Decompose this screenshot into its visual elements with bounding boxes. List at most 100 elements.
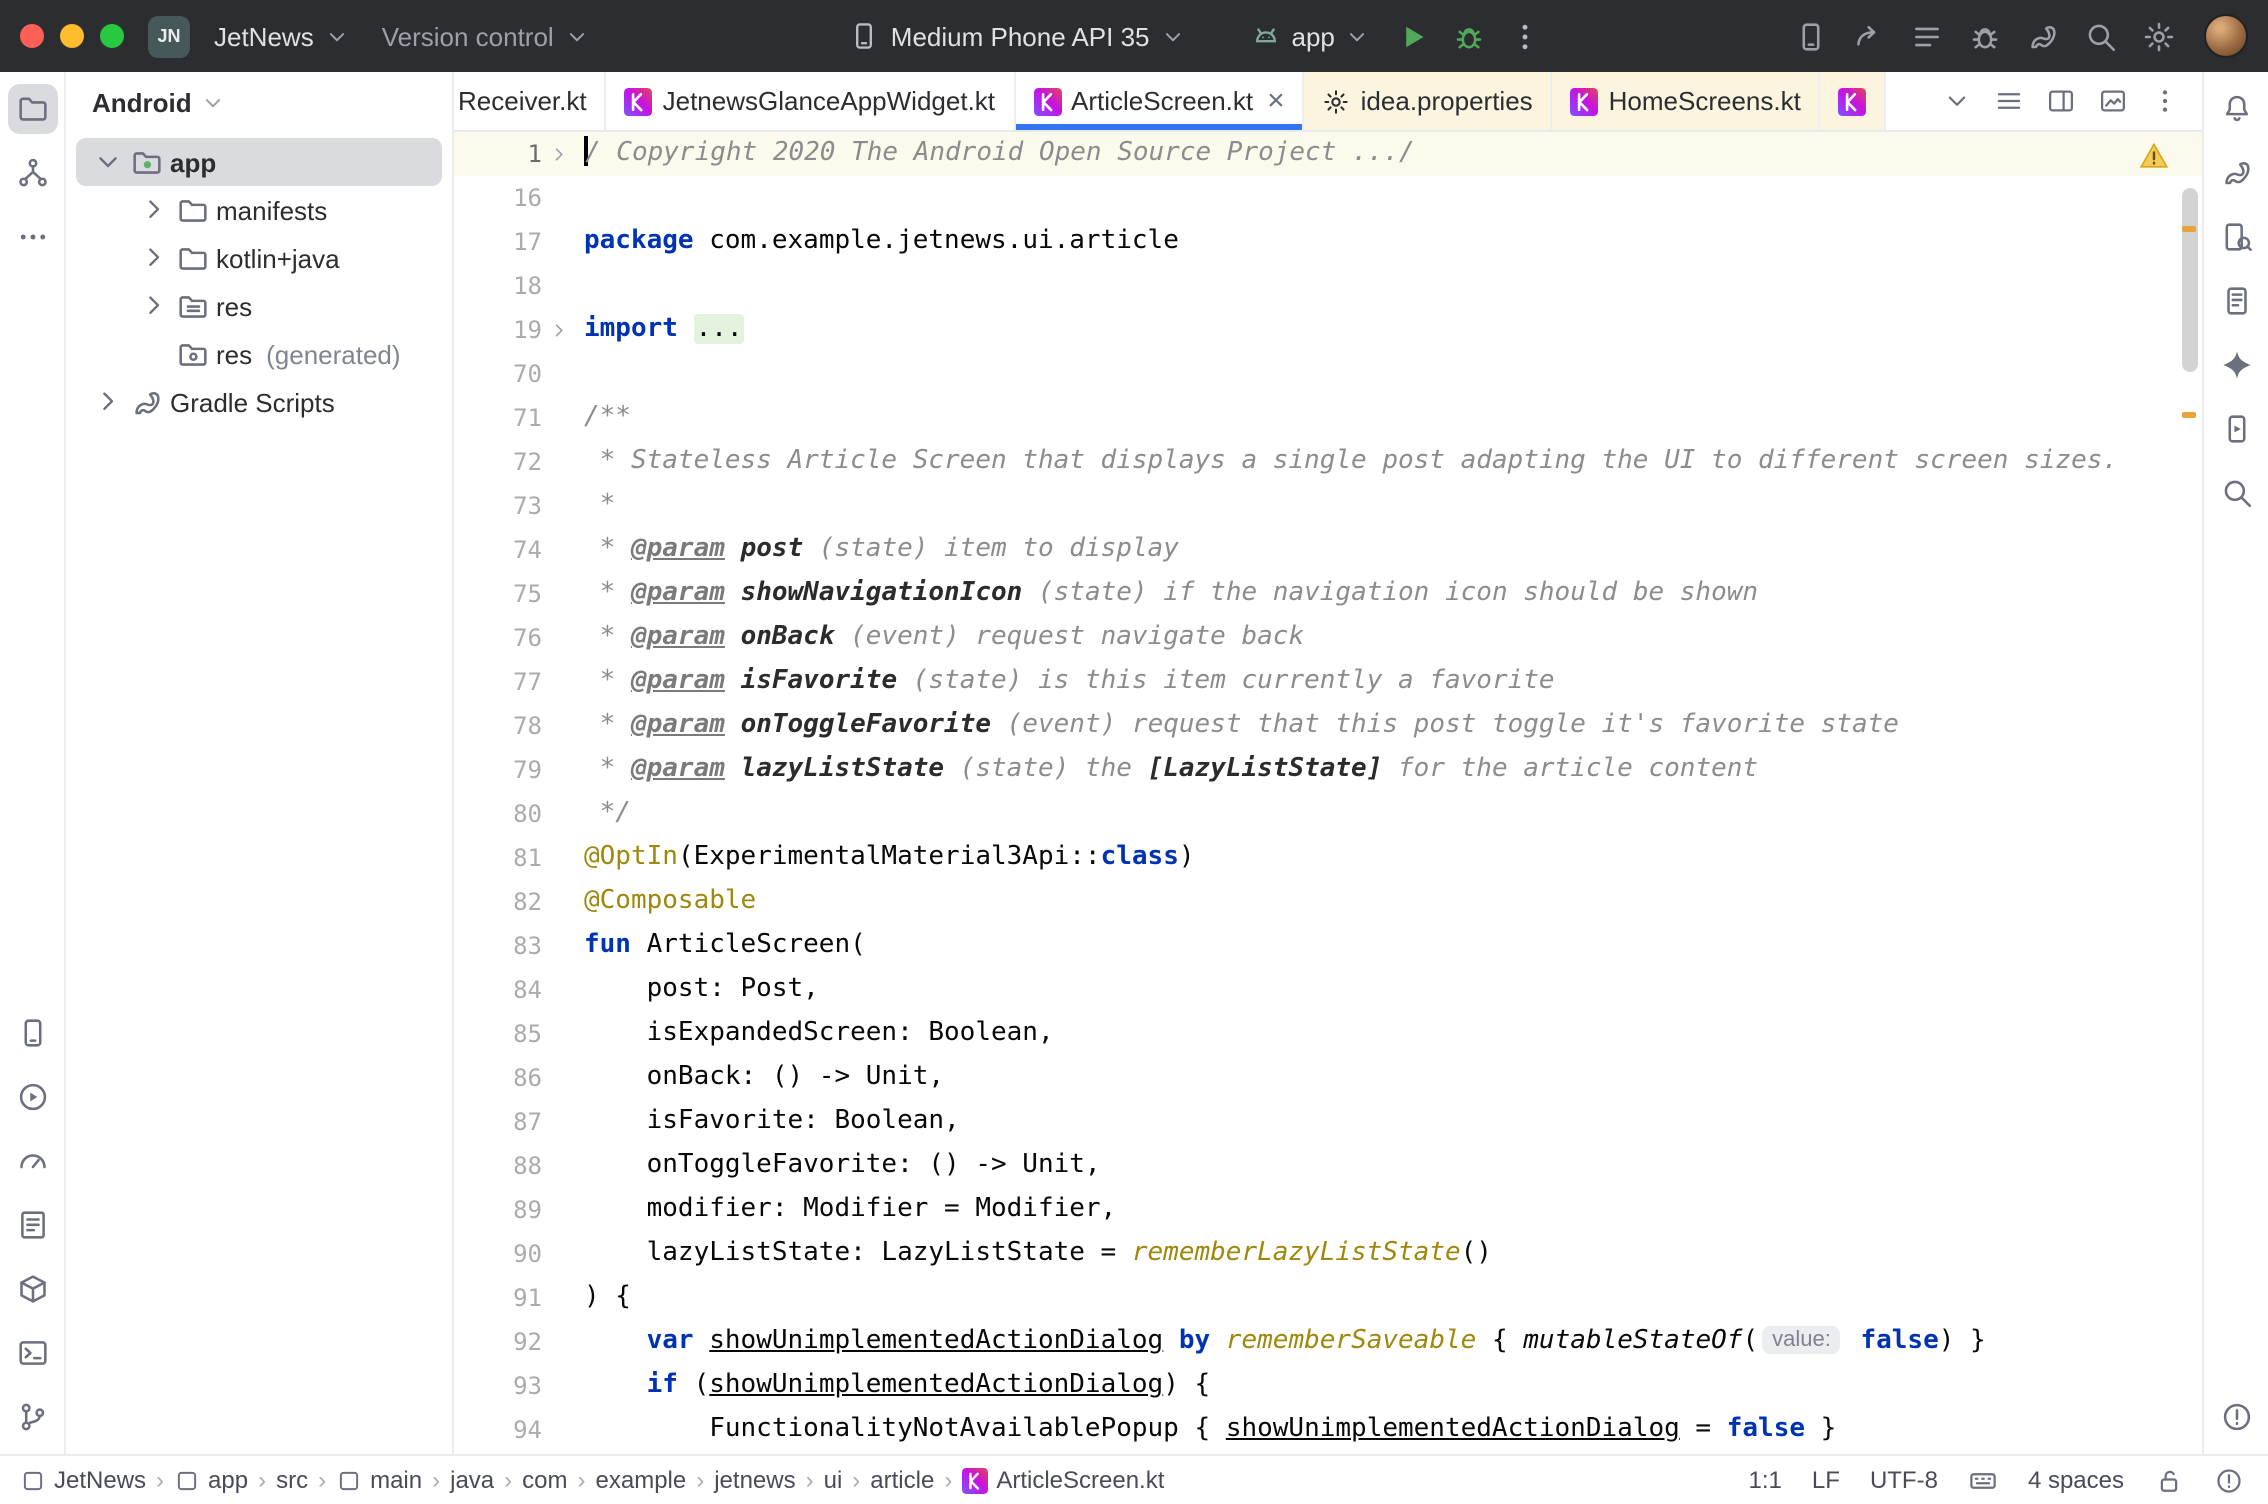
version-control-button[interactable]	[7, 1392, 57, 1442]
inspection-widget[interactable]	[2138, 140, 2170, 172]
app-inspection-button[interactable]	[7, 1264, 57, 1314]
debug-button[interactable]	[1443, 10, 1495, 62]
settings-button[interactable]	[2134, 10, 2186, 62]
breadcrumb-article[interactable]: article	[870, 1466, 934, 1494]
tab-receiver-kt[interactable]: Receiver.kt	[454, 72, 607, 130]
breadcrumb-articlescreen-kt[interactable]: ArticleScreen.kt	[962, 1466, 1164, 1494]
code-line-92[interactable]: 92 var showUnimplementedActionDialog by …	[454, 1320, 2202, 1364]
user-avatar[interactable]	[2204, 14, 2248, 58]
close-window-button[interactable]	[20, 24, 44, 48]
code-line-89[interactable]: 89 modifier: Modifier = Modifier,	[454, 1188, 2202, 1232]
project-tool-button[interactable]	[7, 84, 57, 134]
input-mode-indicator[interactable]	[1968, 1465, 1998, 1495]
tree-item-app[interactable]: app	[76, 138, 442, 186]
breadcrumb-java[interactable]: java	[450, 1466, 494, 1494]
code-line-17[interactable]: 17package com.example.jetnews.ui.article	[454, 220, 2202, 264]
device-selector[interactable]: Medium Phone API 35	[837, 12, 1198, 60]
chevron-right-icon[interactable]	[138, 194, 170, 226]
commit-tool-button[interactable]	[7, 148, 57, 198]
code-line-74[interactable]: 74 * @param post (state) item to display	[454, 528, 2202, 572]
file-encoding[interactable]: UTF-8	[1870, 1466, 1938, 1494]
chevron-right-icon[interactable]	[138, 290, 170, 322]
more-tool-windows-button[interactable]	[7, 212, 57, 262]
tab-stub[interactable]	[1821, 72, 1887, 130]
todo-list-button[interactable]	[1902, 10, 1954, 62]
chevron-right-icon[interactable]	[92, 386, 124, 418]
code-line-77[interactable]: 77 * @param isFavorite (state) is this i…	[454, 660, 2202, 704]
debug-tool-button[interactable]	[1960, 10, 2012, 62]
breadcrumb-example[interactable]: example	[596, 1466, 687, 1494]
caret-position[interactable]: 1:1	[1749, 1466, 1782, 1494]
device-explorer-button[interactable]	[2211, 212, 2261, 262]
run-tool-button[interactable]	[7, 1072, 57, 1122]
editor-scrollbar[interactable]	[2182, 188, 2198, 372]
gradle-tool-button[interactable]	[2211, 148, 2261, 198]
zoom-window-button[interactable]	[100, 24, 124, 48]
find-tool-button[interactable]	[2211, 468, 2261, 518]
logcat-tool-button[interactable]	[7, 1200, 57, 1250]
minimize-window-button[interactable]	[60, 24, 84, 48]
code-line-75[interactable]: 75 * @param showNavigationIcon (state) i…	[454, 572, 2202, 616]
close-icon[interactable]: ×	[1267, 86, 1285, 116]
gemini-button[interactable]	[2211, 340, 2261, 390]
tree-item-res[interactable]: res	[76, 282, 442, 330]
run-button[interactable]	[1387, 10, 1439, 62]
code-line-90[interactable]: 90 lazyListState: LazyListState = rememb…	[454, 1232, 2202, 1276]
code-line-76[interactable]: 76 * @param onBack (event) request navig…	[454, 616, 2202, 660]
line-separator[interactable]: LF	[1812, 1466, 1840, 1494]
preview-button[interactable]	[2088, 77, 2136, 125]
code-line-70[interactable]: 70	[454, 352, 2202, 396]
breadcrumb-main[interactable]: main	[336, 1466, 422, 1494]
fold-marker-icon[interactable]	[542, 308, 576, 352]
tree-item-kotlin-java[interactable]: kotlin+java	[76, 234, 442, 282]
back-forward-button[interactable]	[1844, 10, 1896, 62]
code-line-85[interactable]: 85 isExpandedScreen: Boolean,	[454, 1012, 2202, 1056]
device-manager-tool-button[interactable]	[7, 1008, 57, 1058]
running-devices-button[interactable]	[2211, 404, 2261, 454]
code-line-94[interactable]: 94 FunctionalityNotAvailablePopup { show…	[454, 1408, 2202, 1452]
warning-stripe-mark[interactable]	[2182, 412, 2196, 418]
breadcrumb-ui[interactable]: ui	[824, 1466, 843, 1494]
code-line-79[interactable]: 79 * @param lazyListState (state) the [L…	[454, 748, 2202, 792]
readonly-toggle[interactable]	[2154, 1465, 2184, 1495]
more-run-options-button[interactable]	[1499, 10, 1551, 62]
code-line-73[interactable]: 73 *	[454, 484, 2202, 528]
code-line-87[interactable]: 87 isFavorite: Boolean,	[454, 1100, 2202, 1144]
code-line-18[interactable]: 18	[454, 264, 2202, 308]
tab-idea-properties[interactable]: idea.properties	[1305, 72, 1553, 130]
code-line-72[interactable]: 72 * Stateless Article Screen that displ…	[454, 440, 2202, 484]
tree-item-gradle-scripts[interactable]: Gradle Scripts	[76, 378, 442, 426]
breadcrumb-jetnews[interactable]: jetnews	[714, 1466, 795, 1494]
problems-button[interactable]	[2211, 1392, 2261, 1442]
code-line-78[interactable]: 78 * @param onToggleFavorite (event) req…	[454, 704, 2202, 748]
device-manager-button[interactable]	[1786, 10, 1838, 62]
sync-project-button[interactable]	[2018, 10, 2070, 62]
search-everywhere-button[interactable]	[2076, 10, 2128, 62]
code-line-88[interactable]: 88 onToggleFavorite: () -> Unit,	[454, 1144, 2202, 1188]
code-line-82[interactable]: 82@Composable	[454, 880, 2202, 924]
tab-homescreens-kt[interactable]: HomeScreens.kt	[1553, 72, 1821, 130]
code-line-86[interactable]: 86 onBack: () -> Unit,	[454, 1056, 2202, 1100]
breadcrumb-jetnews[interactable]: JetNews	[20, 1466, 146, 1494]
file-list-button[interactable]	[1984, 77, 2032, 125]
editor-options-button[interactable]	[2140, 77, 2188, 125]
tree-item-manifests[interactable]: manifests	[76, 186, 442, 234]
split-editor-button[interactable]	[2036, 77, 2084, 125]
tab-articlescreen-kt[interactable]: ArticleScreen.kt×	[1015, 72, 1305, 130]
breadcrumb-app[interactable]: app	[174, 1466, 248, 1494]
code-line-80[interactable]: 80 */	[454, 792, 2202, 836]
code-line-81[interactable]: 81@OptIn(ExperimentalMaterial3Api::class…	[454, 836, 2202, 880]
indent-style[interactable]: 4 spaces	[2028, 1466, 2124, 1494]
code-line-71[interactable]: 71/**	[454, 396, 2202, 440]
chevron-down-icon[interactable]	[92, 146, 124, 178]
chevron-right-icon[interactable]	[138, 242, 170, 274]
tab-overflow-button[interactable]	[1932, 77, 1980, 125]
code-line-93[interactable]: 93 if (showUnimplementedActionDialog) {	[454, 1364, 2202, 1408]
notifications-indicator[interactable]	[2214, 1465, 2244, 1495]
terminal-tool-button[interactable]	[7, 1328, 57, 1378]
vcs-menu[interactable]: Version control	[370, 13, 602, 59]
code-line-19[interactable]: 19import ...	[454, 308, 2202, 352]
tab-jetnewsglanceappwidget-kt[interactable]: JetnewsGlanceAppWidget.kt	[607, 72, 1015, 130]
device-file-explorer-button[interactable]	[2211, 276, 2261, 326]
run-config-selector[interactable]: app	[1238, 12, 1383, 60]
